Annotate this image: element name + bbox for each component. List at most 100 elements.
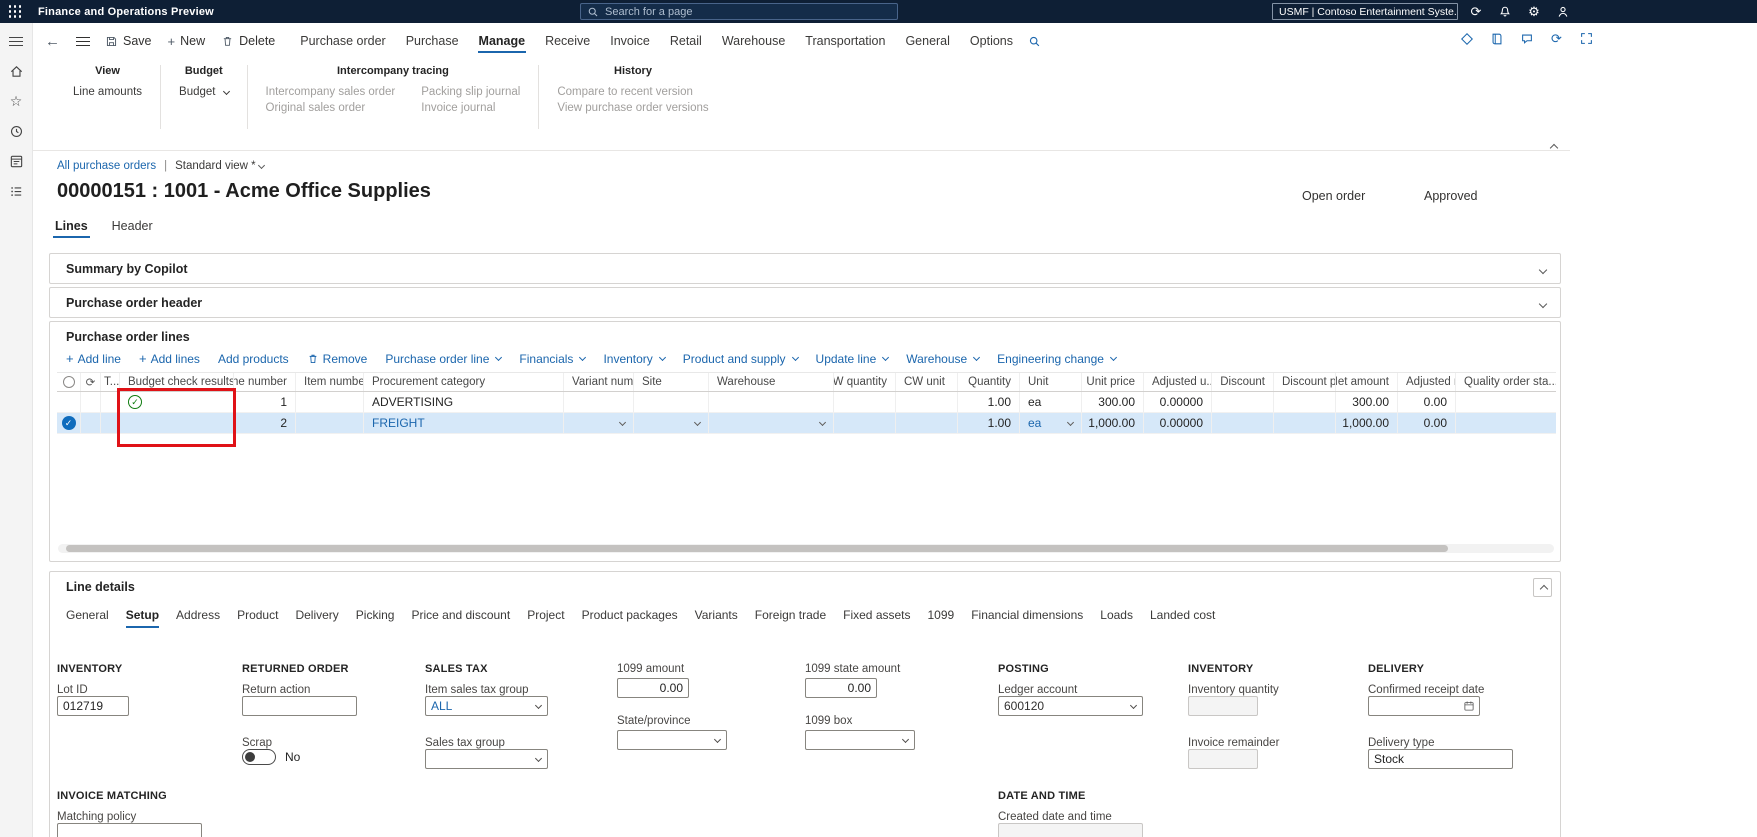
tab-transportation[interactable]: Transportation: [804, 24, 886, 58]
cell-quantity[interactable]: 1.00: [958, 392, 1020, 412]
new-button[interactable]: + New: [168, 34, 206, 49]
settings-gear-icon[interactable]: ⚙: [1526, 4, 1542, 20]
menu-update-line[interactable]: Update line: [816, 352, 890, 366]
type-column-header[interactable]: T...: [101, 373, 120, 391]
cell-warehouse-combo[interactable]: [709, 413, 834, 433]
menu-financials[interactable]: Financials: [519, 352, 587, 366]
detail-tab-foreign-trade[interactable]: Foreign trade: [755, 608, 826, 628]
discount-percentage-column-header[interactable]: Discount p...: [1274, 373, 1336, 391]
inventory-quantity-input[interactable]: [1188, 696, 1258, 716]
task-guide-icon[interactable]: [1488, 30, 1505, 47]
cw-unit-column-header[interactable]: CW unit: [896, 373, 958, 391]
refresh-icon[interactable]: ⟳: [1548, 30, 1565, 47]
collapse-ribbon-button[interactable]: [1548, 138, 1559, 153]
scrap-toggle[interactable]: [242, 749, 276, 765]
horizontal-scrollbar-thumb[interactable]: [66, 545, 1448, 552]
net-amount-column-header[interactable]: Net amount: [1336, 373, 1398, 391]
delivery-type-input[interactable]: [1368, 749, 1513, 769]
ledger-account-combo[interactable]: 600120: [998, 696, 1143, 716]
cell-discount-percentage[interactable]: [1274, 392, 1336, 412]
cell-row-select[interactable]: [57, 392, 81, 412]
detail-tab-general[interactable]: General: [66, 608, 109, 628]
item-number-column-header[interactable]: Item number: [296, 373, 364, 391]
invoice-journal-button[interactable]: Invoice journal: [421, 102, 520, 114]
warehouse-column-header[interactable]: Warehouse: [709, 373, 834, 391]
add-line-button[interactable]: + Add line: [66, 351, 121, 366]
account-icon[interactable]: [1555, 4, 1571, 20]
cell-net-amount[interactable]: 300.00: [1336, 392, 1398, 412]
back-button[interactable]: ←: [45, 33, 60, 50]
line-number-column-header[interactable]: Line number: [234, 373, 296, 391]
save-button[interactable]: Save: [105, 34, 152, 48]
message-icon[interactable]: [1518, 30, 1535, 47]
cell-site-combo[interactable]: [634, 413, 709, 433]
detail-tab-picking[interactable]: Picking: [356, 608, 395, 628]
menu-warehouse[interactable]: Warehouse: [906, 352, 981, 366]
tab-options[interactable]: Options: [969, 24, 1014, 58]
cell-adjusted-net-amount[interactable]: 0.00: [1398, 413, 1456, 433]
cell-procurement-category[interactable]: FREIGHT: [364, 413, 564, 433]
sync-icon[interactable]: ⟳: [1468, 4, 1484, 20]
adjusted-net-amount-column-header[interactable]: Adjusted n...: [1398, 373, 1456, 391]
tab-lines[interactable]: Lines: [53, 217, 90, 240]
summary-by-copilot-section[interactable]: Summary by Copilot: [49, 253, 1561, 284]
variant-number-column-header[interactable]: Variant number: [564, 373, 634, 391]
budget-check-results-column-header[interactable]: Budget check results: [120, 373, 234, 391]
detail-tab-product-packages[interactable]: Product packages: [582, 608, 678, 628]
state-province-combo[interactable]: [617, 730, 727, 750]
cell-cw-quantity[interactable]: [834, 413, 896, 433]
return-action-input[interactable]: [242, 696, 357, 716]
cell-type[interactable]: [101, 413, 120, 433]
cell-site[interactable]: [634, 392, 709, 412]
cell-net-amount[interactable]: 1,000.00: [1336, 413, 1398, 433]
compare-to-recent-version-button[interactable]: Compare to recent version: [557, 86, 708, 98]
detail-tab-price-and-discount[interactable]: Price and discount: [411, 608, 510, 628]
unit-column-header[interactable]: Unit: [1020, 373, 1082, 391]
detail-tab-fixed-assets[interactable]: Fixed assets: [843, 608, 910, 628]
menu-product-and-supply[interactable]: Product and supply: [683, 352, 799, 366]
sales-tax-group-combo[interactable]: [425, 749, 548, 769]
add-products-button[interactable]: Add products: [218, 352, 289, 366]
delete-button[interactable]: Delete: [221, 34, 275, 48]
quality-order-status-column-header[interactable]: Quality order sta...⋮: [1456, 373, 1556, 391]
cell-quality-order-status[interactable]: [1456, 413, 1556, 433]
grid-row-1[interactable]: ✓ 1 ADVERTISING 1.00 ea 300.00 0.00000 3…: [57, 392, 1556, 413]
invoice-remainder-input[interactable]: [1188, 749, 1258, 769]
purchase-order-header-section[interactable]: Purchase order header: [49, 287, 1561, 318]
personalize-icon[interactable]: [1458, 30, 1475, 47]
cell-budget-check-results[interactable]: [120, 413, 234, 433]
discount-column-header[interactable]: Discount: [1212, 373, 1274, 391]
select-all-column-header[interactable]: [57, 373, 81, 391]
site-column-header[interactable]: Site: [634, 373, 709, 391]
cell-variant-number[interactable]: [564, 392, 634, 412]
original-sales-order-button[interactable]: Original sales order: [266, 102, 396, 114]
cell-item-number[interactable]: [296, 413, 364, 433]
detail-tab-variants[interactable]: Variants: [695, 608, 738, 628]
cell-adjusted-net-amount[interactable]: 0.00: [1398, 392, 1456, 412]
amount-1099-input[interactable]: [617, 678, 689, 698]
menu-engineering-change[interactable]: Engineering change: [997, 352, 1117, 366]
tab-header[interactable]: Header: [110, 217, 155, 240]
horizontal-scrollbar[interactable]: [58, 544, 1554, 553]
detail-tab-landed-cost[interactable]: Landed cost: [1150, 608, 1215, 628]
item-sales-tax-group-combo[interactable]: ALL: [425, 696, 548, 716]
collapse-section-button[interactable]: [1533, 578, 1552, 597]
grid-row-2[interactable]: ✓ 2 FREIGHT 1.00 ea 1,000.00 0.00000 1,0…: [57, 413, 1556, 434]
nav-forms-button[interactable]: [4, 150, 28, 172]
created-date-time-input[interactable]: [998, 823, 1143, 837]
expand-view-icon[interactable]: [1578, 30, 1595, 47]
add-lines-button[interactable]: + Add lines: [139, 351, 200, 366]
cell-cw-unit[interactable]: [896, 392, 958, 412]
cell-type[interactable]: [101, 392, 120, 412]
breadcrumb-all-purchase-orders[interactable]: All purchase orders: [57, 160, 156, 172]
expand-section-button[interactable]: [1537, 264, 1548, 278]
cell-unit-price[interactable]: 1,000.00: [1082, 413, 1144, 433]
detail-tab-project[interactable]: Project: [527, 608, 564, 628]
view-purchase-order-versions-button[interactable]: View purchase order versions: [557, 102, 708, 114]
expand-section-button[interactable]: [1537, 298, 1548, 312]
menu-inventory[interactable]: Inventory: [603, 352, 666, 366]
tab-purchase[interactable]: Purchase: [405, 24, 460, 58]
notifications-bell-icon[interactable]: [1497, 4, 1513, 20]
unit-price-column-header[interactable]: Unit price: [1082, 373, 1144, 391]
cell-procurement-category[interactable]: ADVERTISING: [364, 392, 564, 412]
